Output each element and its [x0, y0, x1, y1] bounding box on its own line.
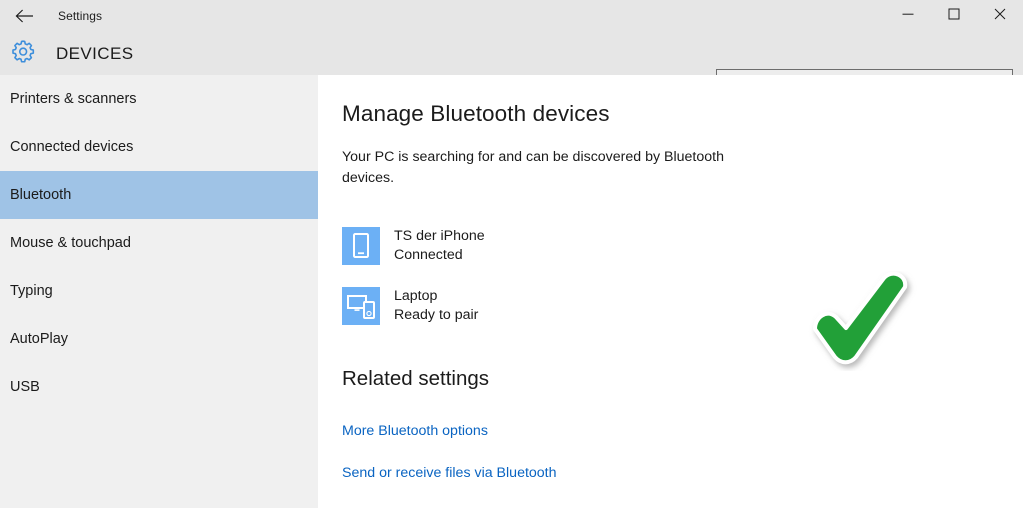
close-button[interactable]: [977, 0, 1023, 32]
gear-icon: [10, 38, 36, 69]
sidebar-item-label: AutoPlay: [10, 331, 69, 347]
sidebar-item-autoplay[interactable]: AutoPlay: [0, 315, 318, 363]
settings-home-button[interactable]: [8, 38, 38, 68]
phone-icon: [342, 227, 380, 265]
window-title: Settings: [58, 9, 103, 23]
header-band: DEVICES: [0, 32, 1023, 99]
device-text: TS der iPhone Connected: [394, 227, 485, 265]
minimize-button[interactable]: [885, 0, 931, 32]
page-category-title: DEVICES: [56, 43, 134, 63]
settings-window: Settings DEVICES Find a setting Printers…: [0, 0, 1023, 508]
link-send-receive-files[interactable]: Send or receive files via Bluetooth: [342, 465, 557, 481]
sidebar-item-label: Bluetooth: [10, 187, 72, 203]
device-row-laptop[interactable]: Laptop Ready to pair: [342, 280, 772, 332]
device-text: Laptop Ready to pair: [394, 287, 478, 325]
sidebar-item-label: USB: [10, 379, 40, 395]
device-row-iphone[interactable]: TS der iPhone Connected: [342, 220, 772, 272]
title-bar: Settings: [0, 0, 1023, 32]
sidebar-nav: Printers & scanners Connected devices Bl…: [0, 75, 318, 508]
device-name: TS der iPhone: [394, 228, 485, 244]
device-status: Connected: [394, 247, 463, 263]
sidebar-item-label: Mouse & touchpad: [10, 235, 131, 251]
window-controls: [885, 0, 1023, 32]
green-checkmark-icon: [808, 271, 920, 371]
back-button[interactable]: [0, 0, 48, 32]
sidebar-item-label: Printers & scanners: [10, 91, 137, 107]
device-status: Ready to pair: [394, 307, 479, 323]
sidebar-item-typing[interactable]: Typing: [0, 267, 318, 315]
content-pane: Manage Bluetooth devices Your PC is sear…: [318, 75, 1023, 508]
link-more-bluetooth-options[interactable]: More Bluetooth options: [342, 423, 488, 439]
sidebar-item-printers-scanners[interactable]: Printers & scanners: [0, 75, 318, 123]
maximize-button[interactable]: [931, 0, 977, 32]
sidebar-item-bluetooth[interactable]: Bluetooth: [0, 171, 318, 219]
sidebar-item-usb[interactable]: USB: [0, 363, 318, 411]
back-arrow-icon: [15, 9, 34, 23]
close-icon: [994, 7, 1006, 25]
sidebar-item-mouse-touchpad[interactable]: Mouse & touchpad: [0, 219, 318, 267]
sidebar-item-connected-devices[interactable]: Connected devices: [0, 123, 318, 171]
page-title: Manage Bluetooth devices: [342, 101, 610, 126]
device-name: Laptop: [394, 288, 438, 304]
related-settings-title: Related settings: [342, 367, 490, 390]
maximize-icon: [948, 7, 960, 25]
sidebar-item-label: Connected devices: [10, 139, 134, 155]
sidebar-item-label: Typing: [10, 283, 53, 299]
bluetooth-device-list: TS der iPhone Connected Laptop Ready to …: [342, 220, 772, 332]
page-description: Your PC is searching for and can be disc…: [342, 149, 724, 186]
laptop-phone-icon: [342, 287, 380, 325]
minimize-icon: [902, 7, 914, 25]
